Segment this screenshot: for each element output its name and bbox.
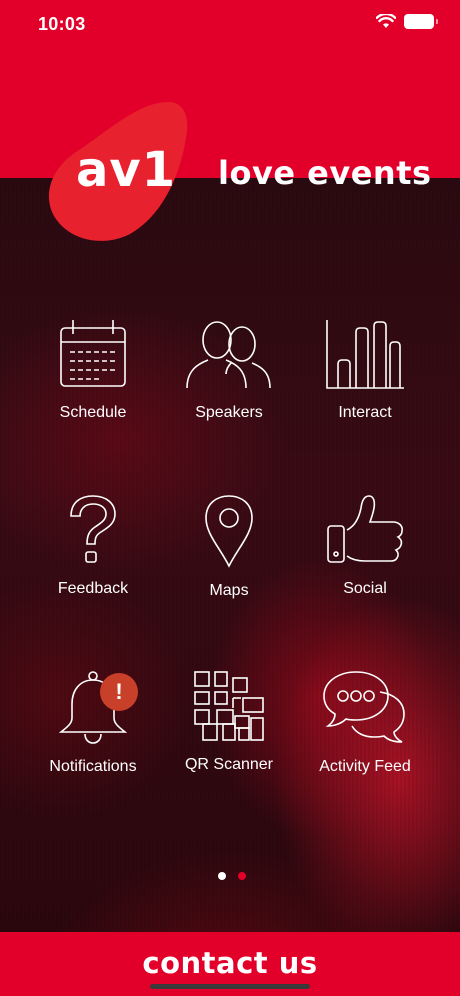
home-indicator[interactable] (150, 984, 310, 989)
menu-item-schedule[interactable]: Schedule (28, 318, 158, 422)
menu-item-social[interactable]: Social (300, 494, 430, 598)
page-dot-active[interactable] (218, 872, 226, 880)
menu-label: Feedback (57, 580, 129, 597)
thumbs-up-icon (327, 495, 403, 563)
tagline: love events (218, 154, 432, 192)
menu-item-qr-scanner[interactable]: QR Scanner (164, 670, 294, 774)
menu-item-interact[interactable]: Interact (300, 318, 430, 422)
qr-code-icon (194, 671, 264, 741)
menu-label: Notifications (49, 758, 137, 775)
menu-label: QR Scanner (184, 756, 274, 773)
menu-item-feedback[interactable]: Feedback (28, 494, 158, 598)
wifi-icon (376, 14, 396, 28)
status-bar: 10:03 (0, 0, 460, 48)
page-dot[interactable] (238, 872, 246, 880)
notification-badge: ! (100, 673, 138, 711)
map-pin-icon (205, 495, 253, 568)
menu-label: Interact (338, 404, 392, 421)
menu-item-speakers[interactable]: Speakers (164, 318, 294, 422)
menu-item-maps[interactable]: Maps (164, 494, 294, 600)
menu-label: Schedule (59, 404, 127, 421)
menu-label: Activity Feed (319, 758, 411, 775)
status-icons (376, 14, 438, 29)
status-time: 10:03 (38, 14, 86, 34)
logo-text: av1 (76, 142, 177, 198)
chat-bubbles-icon (323, 671, 405, 743)
bar-chart-icon (326, 320, 404, 389)
battery-icon (404, 14, 438, 29)
people-icon (186, 321, 271, 389)
menu-label: Social (343, 580, 387, 597)
contact-us-label: contact us (142, 946, 318, 980)
menu-label: Maps (209, 582, 249, 599)
menu-label: Speakers (195, 404, 263, 421)
app-screen: 10:03 av1 love events Schedule Speakers … (0, 0, 460, 996)
calendar-icon (60, 320, 126, 387)
menu-item-activity-feed[interactable]: Activity Feed (300, 670, 430, 776)
menu-item-notifications[interactable]: Notifications ! (28, 670, 158, 776)
question-mark-icon (70, 495, 116, 563)
page-indicator[interactable] (218, 872, 246, 880)
